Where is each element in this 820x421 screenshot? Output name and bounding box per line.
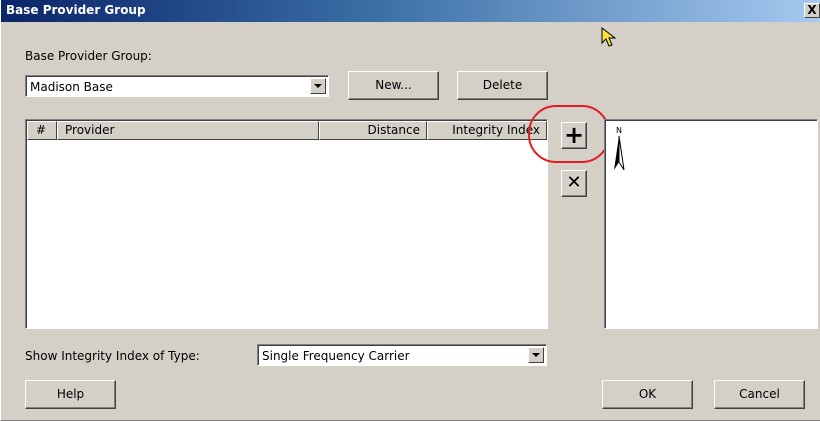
column-header-provider[interactable]: Provider [57,121,319,140]
annotation-highlight-circle [528,105,610,163]
mouse-cursor-icon [601,27,617,47]
provider-group-select[interactable]: Madison Base [25,75,329,97]
close-button[interactable]: X [804,3,820,18]
column-header-number[interactable]: # [27,121,57,140]
column-integrity-label: Integrity Index [452,123,540,137]
cancel-button[interactable]: Cancel [714,380,805,409]
remove-provider-button[interactable]: ✕ [561,170,587,197]
delete-button-label: Delete [482,78,523,92]
map-preview-panel: N [604,119,818,329]
base-provider-group-label: Base Provider Group: [25,49,152,63]
column-provider-label: Provider [65,123,115,137]
title-bar[interactable]: Base Provider Group X [1,0,820,22]
close-icon: ✕ [566,172,582,193]
column-number-label: # [36,123,47,137]
chevron-down-icon[interactable] [310,78,326,94]
ok-button[interactable]: OK [602,380,693,409]
integrity-type-value: Single Frequency Carrier [262,349,410,363]
integrity-type-label: Show Integrity Index of Type: [25,349,200,363]
north-arrow-icon: N [614,126,625,171]
column-distance-label: Distance [367,123,420,137]
column-header-distance[interactable]: Distance [319,121,427,140]
base-provider-group-dialog: Base Provider Group X Base Provider Grou… [0,0,820,421]
chevron-down-icon[interactable] [528,347,544,363]
north-letter: N [616,126,622,135]
provider-group-value: Madison Base [30,80,113,94]
delete-button[interactable]: Delete [457,71,548,100]
new-button-label: New... [375,78,412,92]
window-title: Base Provider Group [6,3,146,17]
integrity-type-select[interactable]: Single Frequency Carrier [257,344,547,366]
list-header: # Provider Distance Integrity Index [27,121,547,140]
cancel-button-label: Cancel [739,387,780,401]
help-button[interactable]: Help [25,380,116,409]
ok-button-label: OK [638,387,657,401]
help-button-label: Help [56,387,85,401]
new-button[interactable]: New... [348,71,439,100]
provider-list[interactable]: # Provider Distance Integrity Index [25,119,548,329]
